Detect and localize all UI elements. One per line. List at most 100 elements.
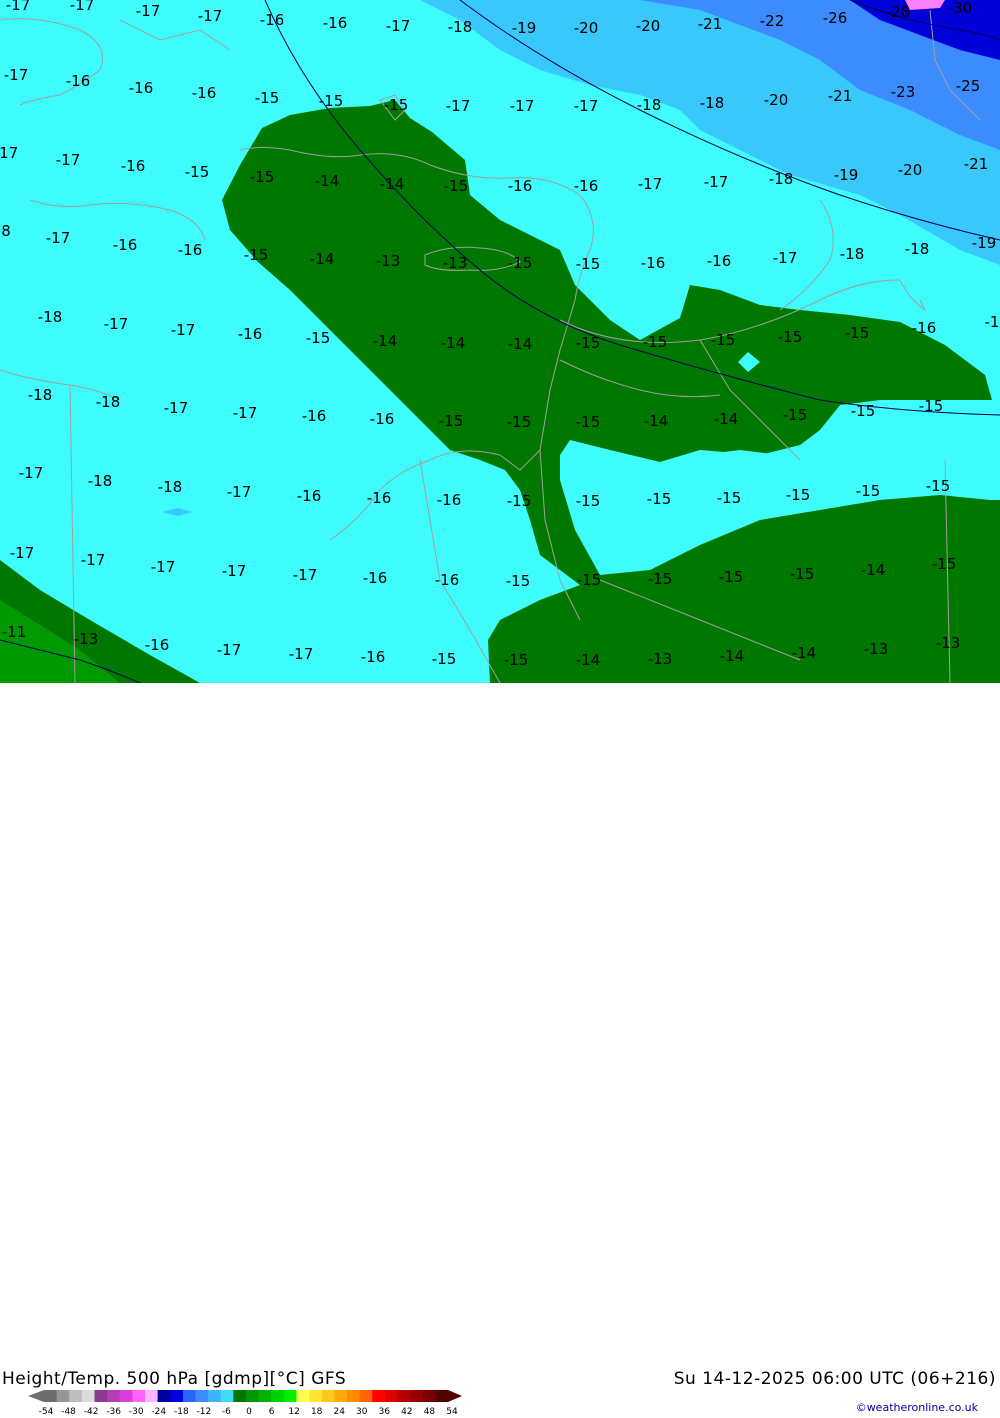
temperature-label: -15	[250, 168, 275, 186]
temperature-label: -17	[773, 249, 798, 267]
colorbar-tick-label: -30	[129, 1407, 144, 1417]
temperature-label: -30	[948, 0, 973, 17]
temperature-label: -13	[443, 254, 468, 272]
colorbar-swatch	[384, 1390, 398, 1402]
temperature-label: -26	[823, 9, 848, 27]
temperature-label: -20	[764, 91, 789, 109]
temperature-label: -16	[192, 84, 217, 102]
temperature-label: -17	[638, 175, 663, 193]
temperature-label: -17	[198, 7, 223, 25]
colorbar-swatch	[271, 1390, 285, 1402]
temperature-label: -14	[714, 410, 739, 428]
temperature-label: -16	[367, 489, 392, 507]
temperature-label: -16	[297, 487, 322, 505]
colorbar-swatch	[347, 1390, 361, 1402]
temperature-label: -15	[643, 333, 668, 351]
colorbar-tick-label: -12	[197, 1407, 212, 1417]
temperature-label: -18	[88, 472, 113, 490]
colorbar-swatch	[157, 1390, 171, 1402]
temperature-label: -14	[508, 335, 533, 353]
temperature-label: -16	[302, 407, 327, 425]
temperature-label: -21	[828, 87, 853, 105]
temperature-label: -14	[315, 172, 340, 190]
colorbar-arrow-right	[448, 1390, 462, 1402]
temperature-label: -15	[319, 92, 344, 110]
temperature-label: -17	[446, 97, 471, 115]
temperature-label: -18	[96, 393, 121, 411]
temperature-label: -15	[508, 254, 533, 272]
temperature-label: -15	[919, 397, 944, 415]
colorbar-swatch	[246, 1390, 260, 1402]
temperature-label: -15	[507, 413, 532, 431]
temperature-label: -13	[936, 634, 961, 652]
temperature-label: -17	[56, 151, 81, 169]
temperature-label: -17	[104, 315, 129, 333]
temperature-label: -17	[510, 97, 535, 115]
temperature-label: -15	[306, 329, 331, 347]
credit-link[interactable]: ©weatheronline.co.uk	[856, 1401, 978, 1414]
colorbar-swatch	[397, 1390, 411, 1402]
temperature-label: -17	[289, 645, 314, 663]
temperature-label: -16	[641, 254, 666, 272]
temperature-label: -16	[178, 241, 203, 259]
temperature-label: -17	[46, 229, 71, 247]
colorbar-swatch	[44, 1390, 58, 1402]
temperature-label: -16	[437, 491, 462, 509]
temperature-label: -15	[577, 571, 602, 589]
temperature-label: -15	[790, 565, 815, 583]
temperature-label: -21	[964, 155, 989, 173]
temperature-label: -17	[70, 0, 95, 14]
colorbar-swatch	[69, 1390, 83, 1402]
temperature-label: -15	[719, 568, 744, 586]
temperature-label: -15	[576, 255, 601, 273]
colorbar-tick-label: 48	[424, 1407, 436, 1417]
colorbar-arrow-left	[28, 1390, 44, 1402]
temperature-label: -13	[74, 630, 99, 648]
colorbar-swatch	[233, 1390, 247, 1402]
colorbar: -54 -48 -42 -36 -30 -24 -18 -12 -6 0 6 12 18 24 30 36 42…	[28, 1390, 462, 1417]
temperature-label: -14	[861, 561, 886, 579]
colorbar-tick-label: 6	[269, 1407, 275, 1417]
temperature-label: -16	[113, 236, 138, 254]
colorbar-tick-label: -36	[106, 1407, 121, 1417]
colorbar-tick-label: -6	[222, 1407, 231, 1417]
temperature-label: -18	[38, 308, 63, 326]
temperature-label: -17	[164, 399, 189, 417]
temperature-label: -15	[851, 402, 876, 420]
colorbar-swatch	[208, 1390, 222, 1402]
colorbar-tick-label: 30	[356, 1407, 368, 1417]
temperature-label: -15	[439, 412, 464, 430]
temperature-label: -14	[576, 651, 601, 669]
colorbar-swatch	[410, 1390, 424, 1402]
weather-map: -17 -17 -17 -17 -16 -16 -17 -18 -19 -20 -20 -21 -22-…	[0, 0, 1000, 683]
colorbar-swatch	[309, 1390, 323, 1402]
temperature-label: 8	[1, 222, 11, 240]
colorbar-swatch	[56, 1390, 70, 1402]
map-title: Height/Temp. 500 hPa [gdmp][°C] GFS	[2, 1369, 347, 1389]
temperature-label: -17	[4, 66, 29, 84]
temperature-label: -16	[238, 325, 263, 343]
colorbar-tick-label: 36	[379, 1407, 391, 1417]
colorbar-swatch	[258, 1390, 272, 1402]
temperature-label: -17	[81, 551, 106, 569]
colorbar-swatch	[81, 1390, 95, 1402]
temperature-label: -15	[576, 492, 601, 510]
temperature-label: -21	[698, 15, 723, 33]
temperature-label: -15	[717, 489, 742, 507]
colorbar-swatch	[195, 1390, 209, 1402]
temperature-label: -1	[985, 313, 1000, 331]
temperature-label: -23	[891, 83, 916, 101]
colorbar-swatch	[182, 1390, 196, 1402]
colorbar-swatch	[132, 1390, 146, 1402]
temperature-label: -17	[10, 544, 35, 562]
temperature-label: -15	[255, 89, 280, 107]
temperature-label: -13	[376, 252, 401, 270]
temperature-label: -15	[576, 413, 601, 431]
temperature-label: -15	[647, 490, 672, 508]
footer-bar: Height/Temp. 500 hPa [gdmp][°C] GFS Su 1…	[0, 683, 1000, 1417]
temperature-label: -16	[707, 252, 732, 270]
colorbar-swatch	[283, 1390, 297, 1402]
temperature-label: -25	[956, 77, 981, 95]
temperature-label: -16	[323, 14, 348, 32]
colorbar-swatch	[296, 1390, 310, 1402]
